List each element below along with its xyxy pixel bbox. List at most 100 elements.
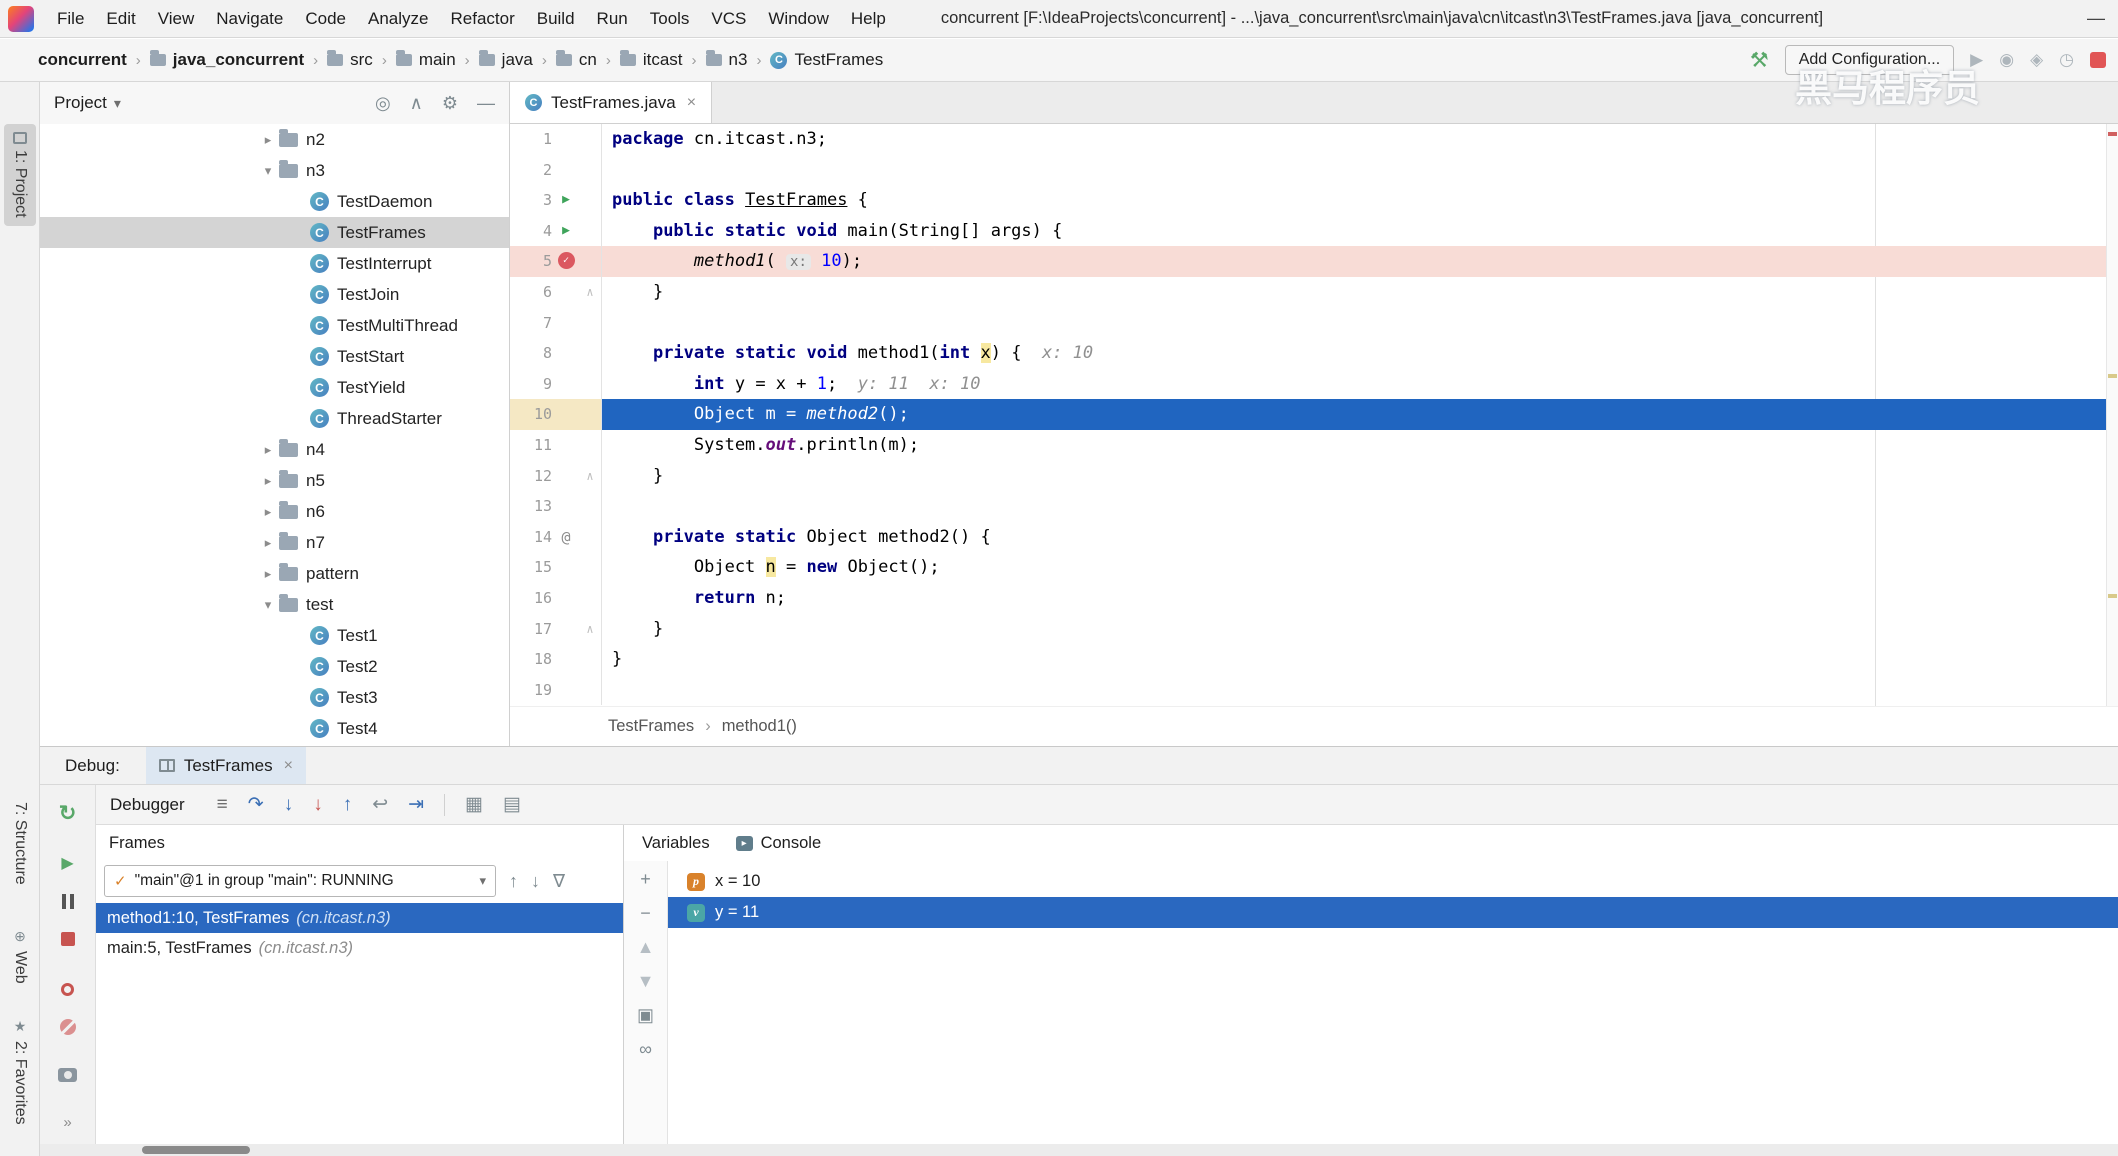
tree-item-n7[interactable]: ▸n7 <box>40 527 509 558</box>
tab-debug-testframes[interactable]: TestFrames × <box>146 747 306 784</box>
tree-item-n5[interactable]: ▸n5 <box>40 465 509 496</box>
breadcrumb-java_concurrent[interactable]: java_concurrent <box>150 50 304 70</box>
tree-item-ThreadStarter[interactable]: CThreadStarter <box>40 403 509 434</box>
code-line-14[interactable]: 14@ private static Object method2() { <box>510 522 2118 553</box>
breadcrumb-itcast[interactable]: itcast <box>620 50 683 70</box>
tree-item-Test3[interactable]: CTest3 <box>40 682 509 713</box>
tree-item-TestJoin[interactable]: CTestJoin <box>40 279 509 310</box>
rerun-icon[interactable]: ↻ <box>40 794 95 832</box>
code-line-6[interactable]: 6∧ } <box>510 277 2118 308</box>
tree-item-test[interactable]: ▾test <box>40 589 509 620</box>
build-hammer-icon[interactable]: ⚒ <box>1750 48 1769 73</box>
menu-file[interactable]: File <box>46 9 95 29</box>
frames-title[interactable]: Frames <box>109 834 165 853</box>
debug-icon[interactable]: ◉ <box>1999 50 2014 70</box>
tree-item-TestMultiThread[interactable]: CTestMultiThread <box>40 310 509 341</box>
fold-marker-icon[interactable]: ∧ <box>580 277 600 308</box>
code-line-15[interactable]: 15 Object n = new Object(); <box>510 552 2118 583</box>
menu-navigate[interactable]: Navigate <box>205 9 294 29</box>
menu-run[interactable]: Run <box>586 9 639 29</box>
next-frame-icon[interactable]: ↓ <box>531 871 540 892</box>
breadcrumb-cn[interactable]: cn <box>556 50 597 70</box>
stop-process-icon[interactable] <box>2090 52 2106 68</box>
menu-help[interactable]: Help <box>840 9 897 29</box>
variable-row[interactable]: px = 10 <box>668 866 2118 897</box>
menu-view[interactable]: View <box>147 9 206 29</box>
pause-icon[interactable] <box>40 882 95 920</box>
chevron-down-icon[interactable]: ▾ <box>257 597 279 613</box>
menu-refactor[interactable]: Refactor <box>439 9 525 29</box>
fold-marker-icon[interactable]: ∧ <box>580 614 600 645</box>
tree-item-TestDaemon[interactable]: CTestDaemon <box>40 186 509 217</box>
breadcrumb-src[interactable]: src <box>327 50 373 70</box>
run-arrow-icon[interactable]: ▶ <box>552 185 580 216</box>
run-to-cursor-icon[interactable]: ⇥ <box>408 793 424 816</box>
tab-debugger[interactable]: Debugger <box>110 795 185 815</box>
menu-tools[interactable]: Tools <box>639 9 701 29</box>
mute-breakpoints-icon[interactable] <box>40 1008 95 1046</box>
code-line-5[interactable]: 5✓ method1( x: 10); <box>510 246 2118 277</box>
move-up-icon[interactable]: ▲ <box>637 937 655 958</box>
close-icon[interactable]: × <box>284 757 293 775</box>
breadcrumb-TestFrames[interactable]: CTestFrames <box>770 50 883 70</box>
tab-console[interactable]: ▸ Console <box>736 834 822 853</box>
tree-item-Test2[interactable]: CTest2 <box>40 651 509 682</box>
minimize-button[interactable]: — <box>2074 8 2118 29</box>
drop-frame-icon[interactable]: ↩ <box>372 793 388 816</box>
duplicate-icon[interactable]: ▣ <box>637 1005 654 1026</box>
profiler-icon[interactable]: ◷ <box>2059 50 2074 70</box>
gear-icon[interactable]: ⚙ <box>442 93 458 114</box>
code-line-10[interactable]: 10 Object m = method2(); <box>510 399 2118 430</box>
coverage-icon[interactable]: ◈ <box>2030 50 2043 70</box>
menu-analyze[interactable]: Analyze <box>357 9 439 29</box>
code-line-9[interactable]: 9 int y = x + 1; y: 11 x: 10 <box>510 369 2118 400</box>
breadcrumb-concurrent[interactable]: concurrent <box>38 50 127 70</box>
breadcrumb-class[interactable]: TestFrames <box>608 717 694 736</box>
breadcrumb-java[interactable]: java <box>479 50 533 70</box>
tree-item-TestStart[interactable]: CTestStart <box>40 341 509 372</box>
chevron-right-icon[interactable]: ▸ <box>257 473 279 489</box>
chevron-down-icon[interactable]: ▾ <box>114 95 121 112</box>
view-breakpoints-icon[interactable] <box>40 970 95 1008</box>
tree-item-n6[interactable]: ▸n6 <box>40 496 509 527</box>
tree-item-TestFrames[interactable]: CTestFrames <box>40 217 509 248</box>
code-line-8[interactable]: 8 private static void method1(int x) { x… <box>510 338 2118 369</box>
code-area[interactable]: 1package cn.itcast.n3;23▶public class Te… <box>510 124 2118 706</box>
resume-icon[interactable]: ▶ <box>40 844 95 882</box>
step-into-icon[interactable]: ↓ <box>284 794 294 816</box>
thread-selector[interactable]: ✓ "main"@1 in group "main": RUNNING ▾ <box>104 865 496 897</box>
force-step-into-icon[interactable]: ↓ <box>313 794 323 816</box>
run-icon[interactable]: ▶ <box>1970 50 1983 70</box>
add-configuration-button[interactable]: Add Configuration... <box>1785 45 1954 75</box>
tab-testframes-java[interactable]: C TestFrames.java × <box>510 82 712 123</box>
project-panel-title[interactable]: Project <box>54 93 107 113</box>
menu-code[interactable]: Code <box>294 9 357 29</box>
breadcrumb-n3[interactable]: n3 <box>706 50 748 70</box>
step-out-icon[interactable]: ↑ <box>343 794 353 816</box>
chevron-right-icon[interactable]: ▸ <box>257 132 279 148</box>
remove-watch-icon[interactable]: − <box>640 903 651 924</box>
error-stripe-mark[interactable] <box>2108 374 2117 378</box>
code-line-13[interactable]: 13 <box>510 491 2118 522</box>
chevron-right-icon[interactable]: ▸ <box>257 566 279 582</box>
tree-item-n2[interactable]: ▸n2 <box>40 124 509 155</box>
frame-row[interactable]: main:5, TestFrames(cn.itcast.n3) <box>96 933 623 963</box>
sidebar-item-favorites[interactable]: ★ 2: Favorites <box>4 1010 36 1133</box>
tree-item-n3[interactable]: ▾n3 <box>40 155 509 186</box>
breadcrumb-method[interactable]: method1() <box>722 717 797 736</box>
sidebar-item-structure[interactable]: 7: Structure <box>4 794 36 893</box>
run-arrow-icon[interactable]: ▶ <box>552 216 580 247</box>
error-stripe-mark[interactable] <box>2108 594 2117 598</box>
code-line-11[interactable]: 11 System.out.println(m); <box>510 430 2118 461</box>
chevron-right-icon[interactable]: ▸ <box>257 504 279 520</box>
previous-frame-icon[interactable]: ↑ <box>509 871 518 892</box>
breakpoint-icon[interactable]: ✓ <box>558 252 575 269</box>
tree-item-TestInterrupt[interactable]: CTestInterrupt <box>40 248 509 279</box>
tree-item-n4[interactable]: ▸n4 <box>40 434 509 465</box>
fold-marker-icon[interactable]: ∧ <box>580 461 600 492</box>
code-line-12[interactable]: 12∧ } <box>510 461 2118 492</box>
code-line-1[interactable]: 1package cn.itcast.n3; <box>510 124 2118 155</box>
code-line-16[interactable]: 16 return n; <box>510 583 2118 614</box>
breadcrumb-main[interactable]: main <box>396 50 456 70</box>
menu-vcs[interactable]: VCS <box>700 9 757 29</box>
